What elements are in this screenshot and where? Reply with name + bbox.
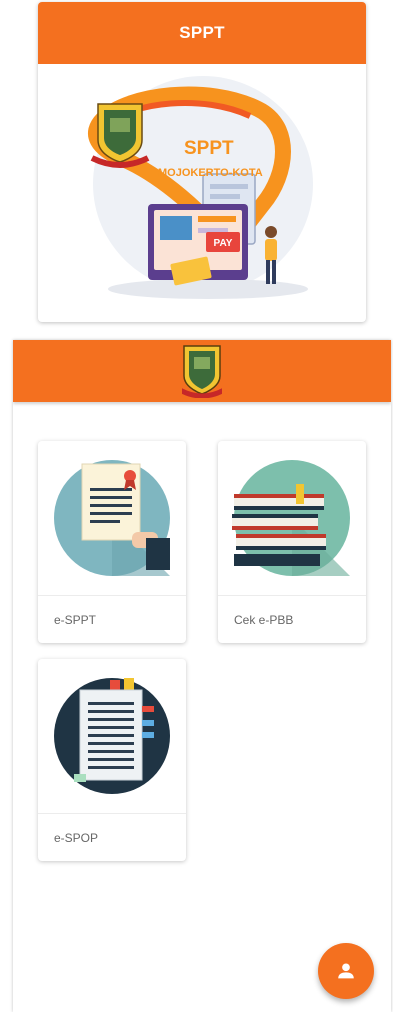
sppt-banner-image: PAY SPPT MOJOKERTO-KOTA <box>88 76 313 299</box>
user-icon <box>338 963 354 979</box>
pay-label: PAY <box>214 238 233 249</box>
banner-title: SPPT <box>184 138 234 159</box>
sppt-card-title: SPPT <box>38 2 366 64</box>
menu-tile-e-sppt[interactable]: e-SPPT <box>38 441 186 643</box>
banner-subtitle: MOJOKERTO-KOTA <box>158 167 263 179</box>
sppt-card: SPPT PAY SPPT MOJOKERTO-KOTA <box>38 2 366 322</box>
tile-label: e-SPOP <box>54 830 99 845</box>
menu-tile-e-spop[interactable]: e-SPOP <box>38 659 186 861</box>
tile-image <box>38 659 186 814</box>
panel-header <box>13 340 391 402</box>
tile-image <box>218 441 366 596</box>
city-crest-icon <box>182 345 222 398</box>
clipboard-document-icon <box>54 678 170 794</box>
profile-fab-button[interactable] <box>318 943 374 999</box>
menu-panel: e-SPPT Cek e-PBB e-SPOP <box>13 340 391 1012</box>
tile-image <box>38 441 186 596</box>
certificate-document-icon <box>54 460 170 576</box>
menu-tile-cek-e-pbb[interactable]: Cek e-PBB <box>218 441 366 643</box>
tile-label: e-SPPT <box>54 612 97 627</box>
tile-label: Cek e-PBB <box>234 612 294 627</box>
book-stack-icon <box>232 460 350 576</box>
